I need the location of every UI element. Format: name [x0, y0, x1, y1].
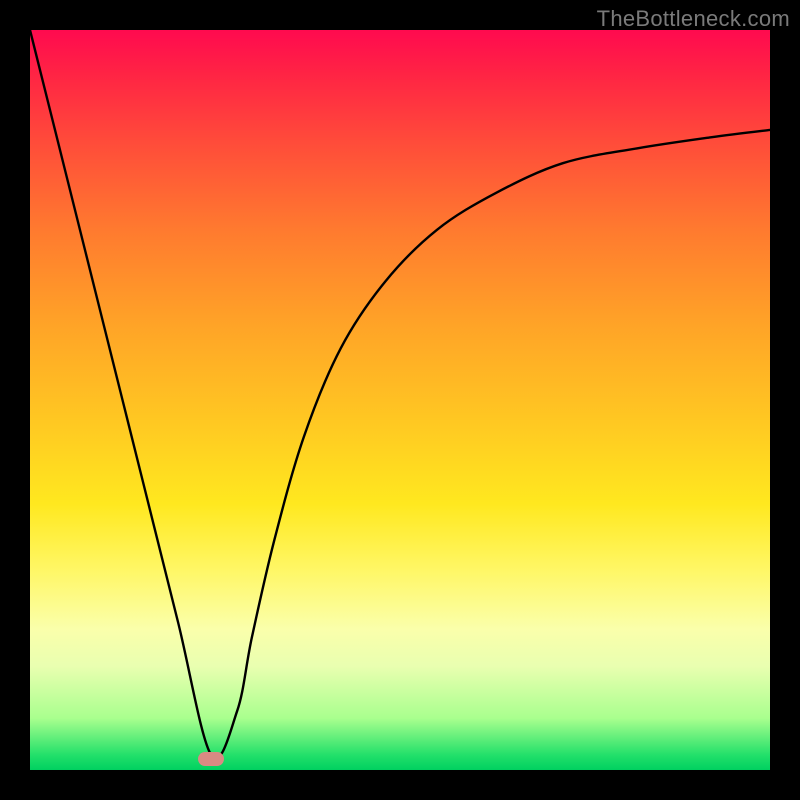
bottleneck-curve — [30, 30, 770, 770]
chart-frame: TheBottleneck.com — [0, 0, 800, 800]
watermark-text: TheBottleneck.com — [597, 6, 790, 32]
plot-area — [30, 30, 770, 770]
optimum-marker — [198, 752, 224, 766]
